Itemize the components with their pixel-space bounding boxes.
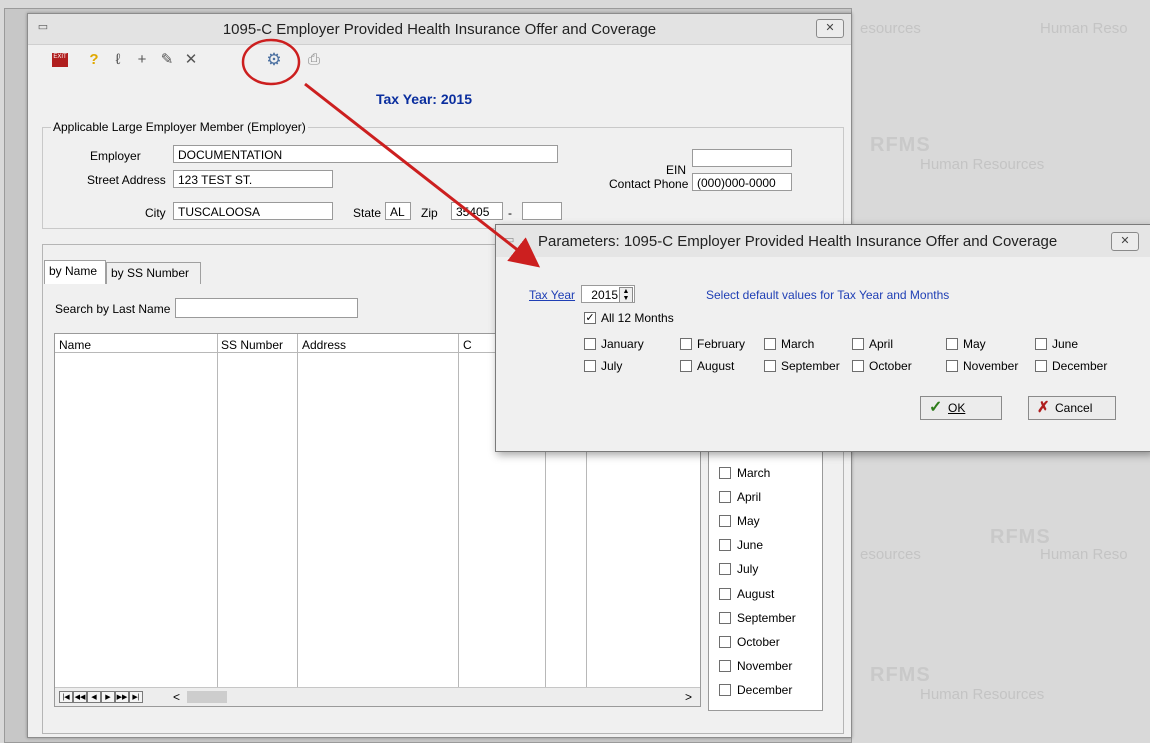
annotation-overlay	[241, 38, 541, 268]
highlight-circle	[241, 38, 301, 86]
annotation-arrow	[304, 82, 541, 268]
